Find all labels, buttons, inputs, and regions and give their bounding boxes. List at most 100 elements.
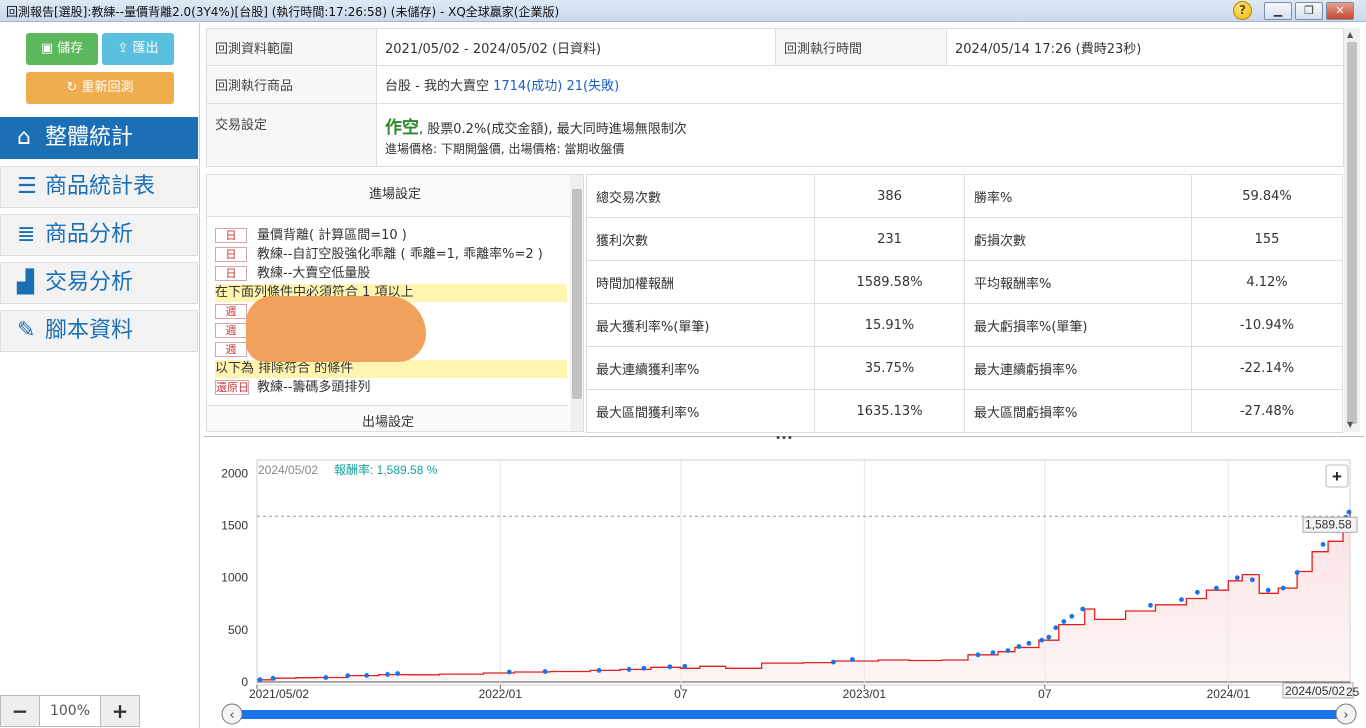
trade-point	[1214, 585, 1219, 591]
last-value-badge: 1,589.58	[1302, 516, 1358, 533]
trade-point	[385, 672, 390, 677]
legend-return: 報酬率: 1,589.58 %	[334, 462, 438, 477]
trade-point	[270, 675, 276, 681]
sidebar: ▣ 儲存 ⇪ 匯出 ↻ 重新回測 ⌂ 整體統計 ☰ 商品統計表 ≣ 商品分析 ▟ 交易分析 ✎…	[0, 23, 200, 728]
window-title: 回測報告[選股]:教練--量價背離2.0(3Y4%)[台股] (執行時間:17:…	[6, 5, 560, 19]
trade-point	[975, 652, 981, 658]
list-item: 還原日 教練--籌碼多頭排列	[215, 380, 371, 395]
trade-point	[1005, 648, 1011, 653]
list-item: 日量價背離( 計算區間=10 )	[215, 227, 567, 245]
range-value: 2021/05/02 - 2024/05/02 (日資料)	[376, 28, 776, 66]
close-button[interactable]: ✕	[1326, 2, 1354, 20]
minimize-button[interactable]: ▁	[1264, 2, 1292, 20]
chevron-left-icon: ‹	[229, 708, 234, 723]
home-icon: ⌂	[17, 125, 31, 150]
trade-point	[990, 650, 996, 656]
save-button[interactable]: ▣ 儲存	[26, 33, 98, 65]
pencil-icon: ✎	[17, 318, 36, 343]
range-label: 回測資料範圍	[206, 28, 377, 66]
title-bar: 回測報告[選股]:教練--量價背離2.0(3Y4%)[台股] (執行時間:17:…	[0, 0, 1366, 22]
list-icon: ☰	[17, 174, 37, 199]
trade-label: 交易設定	[206, 103, 377, 167]
nav-product-analysis[interactable]: ≣ 商品分析	[0, 214, 198, 256]
nav-script-data[interactable]: ✎ 腳本資料	[0, 310, 198, 352]
trade-point	[542, 669, 548, 674]
success-count-link[interactable]: 1714(成功)	[493, 79, 562, 94]
x-tick-label: 2022/01	[479, 687, 523, 701]
trade-point	[1265, 587, 1271, 593]
scrollbar-thumb[interactable]	[572, 189, 582, 399]
exit-settings-header[interactable]: 出場設定	[207, 405, 569, 431]
return-chart[interactable]: 0 500 1000 1500 2000 2021/05/02 2022/01 07 2023…	[206, 450, 1366, 728]
y-tick-label: 2000	[221, 467, 248, 481]
trade-point	[1280, 585, 1286, 591]
nav-trade-analysis[interactable]: ▟ 交易分析	[0, 262, 198, 304]
trade-point	[323, 675, 329, 680]
nav-product-table[interactable]: ☰ 商品統計表	[0, 166, 198, 208]
chart-zoom-button[interactable]: +	[1325, 464, 1349, 488]
maximize-button[interactable]: ❐	[1295, 2, 1323, 20]
table-row: 最大獲利率%(單筆) 15.91% 最大虧損率%(單筆) -10.94%	[586, 303, 1343, 347]
product-value: 台股 - 我的大賣空 1714(成功) 21(失敗)	[376, 65, 1344, 104]
trade-point	[506, 669, 512, 675]
scroll-up-icon[interactable]: ▲	[1347, 30, 1353, 39]
svg-text:2024/05/02: 2024/05/02	[1285, 684, 1345, 698]
chevron-right-icon: ›	[1343, 708, 1348, 723]
export-button[interactable]: ⇪ 匯出	[102, 33, 174, 65]
export-icon: ⇪	[117, 41, 129, 56]
legend-date: 2024/05/02	[258, 463, 318, 477]
trade-point	[1069, 613, 1075, 619]
time-label: 回測執行時間	[775, 28, 947, 66]
range-slider[interactable]: ‹ ›	[221, 703, 1357, 725]
trade-point	[1061, 619, 1067, 624]
trade-price: 進場價格: 下期開盤價, 出場價格: 當期收盤價	[385, 142, 625, 156]
panel-splitter[interactable]: •••	[204, 434, 1364, 444]
trade-point	[1320, 542, 1326, 547]
range-slider-bar[interactable]	[232, 710, 1340, 719]
trade-point	[1148, 602, 1153, 608]
bullet-list-icon: ≣	[17, 222, 36, 247]
trade-point	[1195, 589, 1200, 595]
bar-chart-icon: ▟	[17, 270, 34, 295]
trade-point	[1249, 577, 1255, 583]
trade-point	[1080, 606, 1086, 612]
table-row: 最大連續獲利率% 35.75% 最大連續虧損率% -22.14%	[586, 346, 1343, 390]
x-tick-label: 2024/01	[1207, 687, 1251, 701]
svg-text:+: +	[1332, 467, 1342, 486]
table-row: 最大區間獲利率% 1635.13% 最大區間虧損率% -27.48%	[586, 389, 1343, 433]
refresh-icon: ↻	[66, 80, 78, 95]
backtest-info-table: 回測資料範圍 2021/05/02 - 2024/05/02 (日資料) 回測執…	[206, 28, 1344, 167]
fail-count-link[interactable]: 21(失敗)	[566, 79, 619, 94]
product-label: 回測執行商品	[206, 65, 377, 104]
table-row: 總交易次數 386 勝率% 59.84%	[586, 174, 1343, 218]
trade-point	[1016, 644, 1022, 649]
table-row: 獲利次數 231 虧損次數 155	[586, 217, 1343, 261]
entry-scrollbar[interactable]	[570, 175, 583, 431]
trade-point	[1234, 575, 1240, 581]
trade-point	[1039, 637, 1045, 643]
nav-overall-stats[interactable]: ⌂ 整體統計	[0, 117, 198, 159]
trade-point	[1026, 640, 1032, 646]
zoom-out-button[interactable]: −	[1, 696, 39, 726]
svg-text:1,589.58: 1,589.58	[1305, 517, 1352, 531]
main-scrollbar[interactable]: ▲ ▼	[1344, 28, 1360, 432]
zoom-in-button[interactable]: +	[101, 696, 139, 726]
stats-table: 總交易次數 386 勝率% 59.84% 獲利次數 231 虧損次數 155 時…	[586, 174, 1343, 433]
entry-header: 進場設定	[207, 175, 583, 217]
trade-value: 作空, 股票0.2%(成交金額), 最大同時進場無限制次 進場價格: 下期開盤價…	[376, 103, 1344, 167]
help-icon[interactable]: ?	[1233, 1, 1252, 20]
trade-point	[596, 668, 602, 673]
trade-point	[667, 664, 673, 670]
x-tick-label: 07	[674, 687, 688, 701]
x-tick-label: 2021/05/02	[249, 687, 309, 701]
trade-point	[257, 677, 263, 682]
scroll-down-icon[interactable]: ▼	[1347, 420, 1353, 429]
list-item: 日教練--自訂空股強化乖離 ( 乖離=1, 乖離率%=2 )	[215, 246, 567, 264]
rerun-button[interactable]: ↻ 重新回測	[26, 72, 174, 104]
scrollbar-thumb[interactable]	[1347, 42, 1357, 424]
exclude-condition-note: 以下為 排除符合 的條件	[215, 360, 567, 378]
table-row: 時間加權報酬 1589.58% 平均報酬率% 4.12%	[586, 260, 1343, 304]
trade-point	[1346, 509, 1352, 515]
zoom-level: 100%	[39, 696, 101, 726]
x-tick-label: 2023/01	[843, 687, 887, 701]
